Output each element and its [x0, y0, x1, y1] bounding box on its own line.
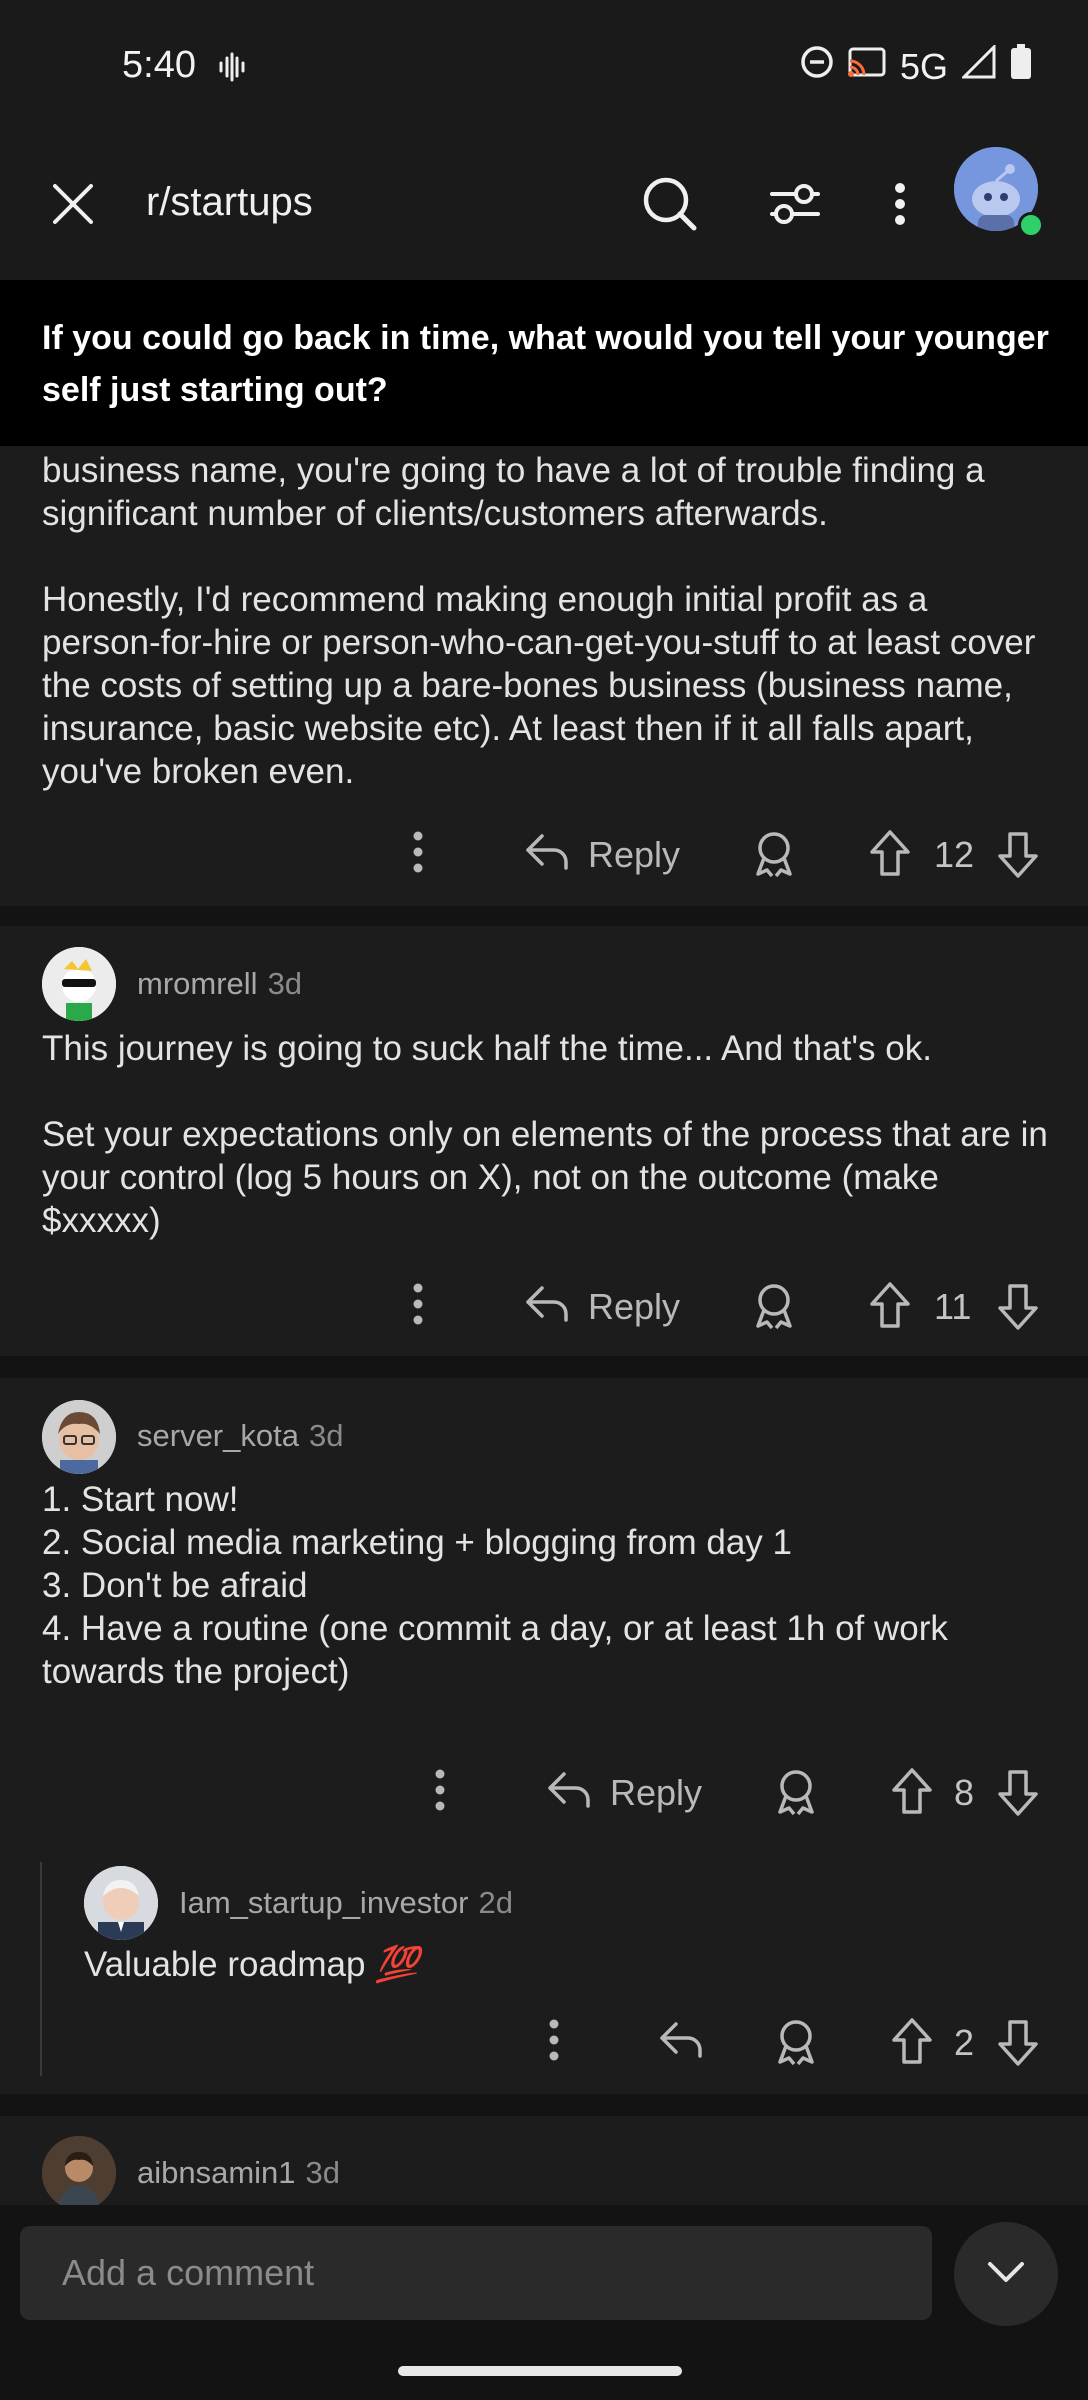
- comment-author[interactable]: Iam_startup_investor 2d: [179, 1885, 513, 1921]
- subreddit-title[interactable]: r/startups: [146, 180, 313, 225]
- comment-body: 1. Start now! 2. Social media marketing …: [42, 1480, 948, 1691]
- username[interactable]: server_kota: [137, 1418, 299, 1453]
- comment-age: 3d: [308, 1418, 344, 1453]
- downvote-icon[interactable]: [996, 2018, 1040, 2068]
- downvote-icon[interactable]: [996, 830, 1040, 880]
- vote-count: 12: [934, 834, 975, 875]
- reply-icon[interactable]: [524, 1284, 570, 1324]
- comment-actions: Reply 11: [0, 1272, 1088, 1342]
- vibrate-icon: [218, 52, 246, 87]
- comment-author[interactable]: aibnsamin1 3d: [137, 2155, 340, 2191]
- upvote-icon[interactable]: [890, 2016, 934, 2066]
- comment-more-icon[interactable]: [546, 2018, 562, 2062]
- reply-button[interactable]: Reply: [588, 1286, 680, 1328]
- username[interactable]: aibnsamin1: [137, 2155, 296, 2190]
- reply-text: Valuable roadmap: [84, 1945, 366, 1984]
- do-not-disturb-icon: [800, 45, 834, 88]
- reply-actions: 2: [0, 2008, 1088, 2078]
- vote-count: 2: [954, 2022, 975, 2063]
- comment-body: business name, you're going to have a lo…: [42, 451, 1036, 791]
- status-time: 5:40: [122, 44, 196, 86]
- online-status-dot: [1018, 212, 1044, 238]
- upvote-icon[interactable]: [868, 828, 912, 878]
- signal-icon: [960, 43, 996, 88]
- more-options-icon[interactable]: [890, 180, 910, 233]
- home-indicator[interactable]: [398, 2366, 682, 2376]
- avatar[interactable]: [84, 1866, 158, 1940]
- hundred-points-emoji: 💯: [375, 1945, 419, 1984]
- username[interactable]: mromrell: [137, 966, 258, 1001]
- comment-actions: Reply 8: [0, 1758, 1088, 1828]
- avatar[interactable]: [42, 947, 116, 1021]
- reply-icon[interactable]: [524, 832, 570, 872]
- comment-more-icon[interactable]: [410, 1282, 426, 1326]
- username[interactable]: Iam_startup_investor: [179, 1885, 468, 1920]
- upvote-icon[interactable]: [890, 1766, 934, 1816]
- vote-count: 11: [934, 1286, 972, 1327]
- avatar[interactable]: [42, 1400, 116, 1474]
- sort-filter-icon[interactable]: [768, 180, 822, 233]
- award-icon[interactable]: [774, 1768, 818, 1816]
- close-icon[interactable]: [50, 181, 96, 232]
- comment-more-icon[interactable]: [410, 830, 426, 874]
- upvote-icon[interactable]: [868, 1280, 912, 1330]
- comment-more-icon[interactable]: [432, 1768, 448, 1812]
- award-icon[interactable]: [774, 2018, 818, 2066]
- comment-age: 2d: [478, 1885, 513, 1920]
- post-title[interactable]: If you could go back in time, what would…: [42, 312, 1052, 416]
- comment-actions: Reply 12: [0, 820, 1088, 890]
- search-icon[interactable]: [642, 176, 698, 237]
- vote-count: 8: [954, 1772, 975, 1813]
- comment-author[interactable]: mromrell 3d: [137, 966, 302, 1002]
- downvote-icon[interactable]: [996, 1282, 1040, 1332]
- downvote-icon[interactable]: [996, 1768, 1040, 1818]
- avatar[interactable]: [42, 2136, 116, 2210]
- reply-button[interactable]: Reply: [610, 1772, 702, 1814]
- battery-icon: [1010, 44, 1032, 89]
- award-icon[interactable]: [752, 830, 796, 878]
- collapse-button[interactable]: [954, 2222, 1058, 2326]
- reply-icon[interactable]: [658, 2020, 704, 2060]
- reply-button[interactable]: Reply: [588, 834, 680, 876]
- network-type: 5G: [899, 45, 948, 87]
- comment-author[interactable]: server_kota 3d: [137, 1418, 343, 1454]
- status-icons: 5G: [800, 43, 1032, 89]
- cast-icon: [847, 46, 886, 88]
- award-icon[interactable]: [752, 1282, 796, 1330]
- chevron-down-icon: [986, 2260, 1026, 2289]
- comment-age: 3d: [305, 2155, 341, 2190]
- reply-body: Valuable roadmap 💯: [84, 1944, 419, 1985]
- reply-icon[interactable]: [546, 1770, 592, 1810]
- comment-body: This journey is going to suck half the t…: [42, 1029, 1048, 1240]
- add-comment-input[interactable]: [20, 2226, 932, 2320]
- comment-age: 3d: [267, 966, 303, 1001]
